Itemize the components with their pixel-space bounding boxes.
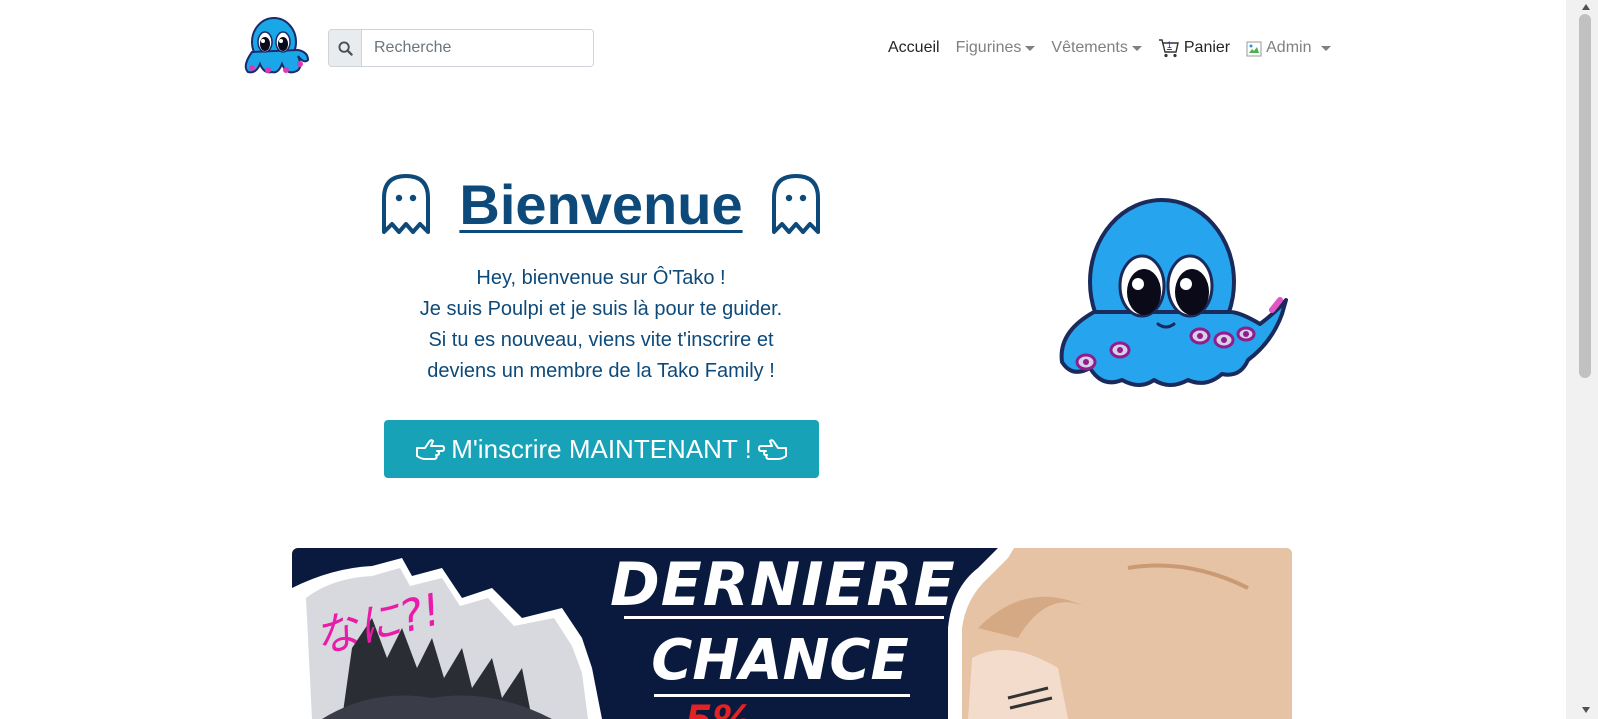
nav-home-link[interactable]: Accueil [888, 39, 940, 57]
scroll-down-arrow-icon[interactable] [1582, 707, 1590, 713]
search-input[interactable] [362, 30, 593, 66]
nav-figures-label: Figurines [955, 39, 1022, 56]
banner-title-line2: CHANCE [651, 628, 909, 693]
navbar: Accueil Figurines Vêtements 1 Panier [0, 0, 1566, 94]
cart-icon: 1 [1158, 38, 1180, 58]
ghost-icon [771, 174, 820, 234]
search-button[interactable] [329, 30, 362, 66]
banner-percent: -5% [668, 698, 753, 719]
broken-image-icon [1246, 41, 1262, 57]
search-bar [328, 29, 594, 67]
banner-right-figure-image [948, 548, 1292, 719]
hero-line: deviens un membre de la Tako Family ! [427, 360, 775, 382]
nav-clothes-dropdown[interactable]: Vêtements [1051, 39, 1142, 57]
hand-point-right-icon [415, 436, 446, 462]
banner-title-line1: DERNIERE [610, 550, 956, 620]
scrollbar-thumb[interactable] [1579, 14, 1591, 378]
nav-admin-dropdown[interactable]: Admin [1246, 39, 1332, 57]
nav-clothes-label: Vêtements [1051, 39, 1128, 56]
promo-banner[interactable]: なに?! DERNIERE CHANCE -5% [292, 548, 1292, 719]
signup-button-label: M'inscrire MAINTENANT ! [451, 433, 752, 464]
signup-now-button[interactable]: M'inscrire MAINTENANT ! [384, 420, 819, 478]
page-title[interactable]: Bienvenue [459, 172, 742, 237]
nav-cart-label: Panier [1183, 39, 1231, 56]
chevron-down-icon [1025, 46, 1036, 51]
hero-line: Hey, bienvenue sur Ô'Tako ! [476, 267, 726, 289]
banner-underline [624, 616, 944, 619]
hero-line: Je suis Poulpi et je suis là pour te gui… [419, 298, 783, 320]
nav-home-label: Accueil [888, 39, 940, 56]
cart-count-badge: 1 [1166, 40, 1172, 50]
banner-underline [654, 694, 910, 697]
chevron-down-icon [1131, 46, 1142, 51]
search-icon [337, 40, 353, 56]
hero-title-row: Bienvenue [380, 168, 822, 240]
vertical-scrollbar[interactable] [1566, 0, 1598, 719]
banner-center: DERNIERE CHANCE -5% [610, 548, 956, 719]
nav-figures-dropdown[interactable]: Figurines [956, 39, 1036, 57]
hero-line: Si tu es nouveau, viens vite t'inscrire … [428, 329, 774, 351]
octopus-logo-icon[interactable] [238, 12, 310, 80]
nav-links: Accueil Figurines Vêtements 1 Panier Adm… [888, 37, 1347, 59]
ghost-icon [382, 174, 430, 234]
nav-cart-link[interactable]: 1 Panier [1158, 38, 1230, 58]
poulpi-mascot-image [1050, 192, 1295, 392]
nav-admin-label: Admin [1266, 39, 1312, 56]
hand-point-left-icon [757, 436, 788, 462]
hero-welcome-text: Hey, bienvenue sur Ô'Tako ! Je suis Poul… [380, 263, 822, 387]
scroll-up-arrow-icon[interactable] [1582, 4, 1590, 10]
chevron-down-icon [1321, 46, 1332, 51]
